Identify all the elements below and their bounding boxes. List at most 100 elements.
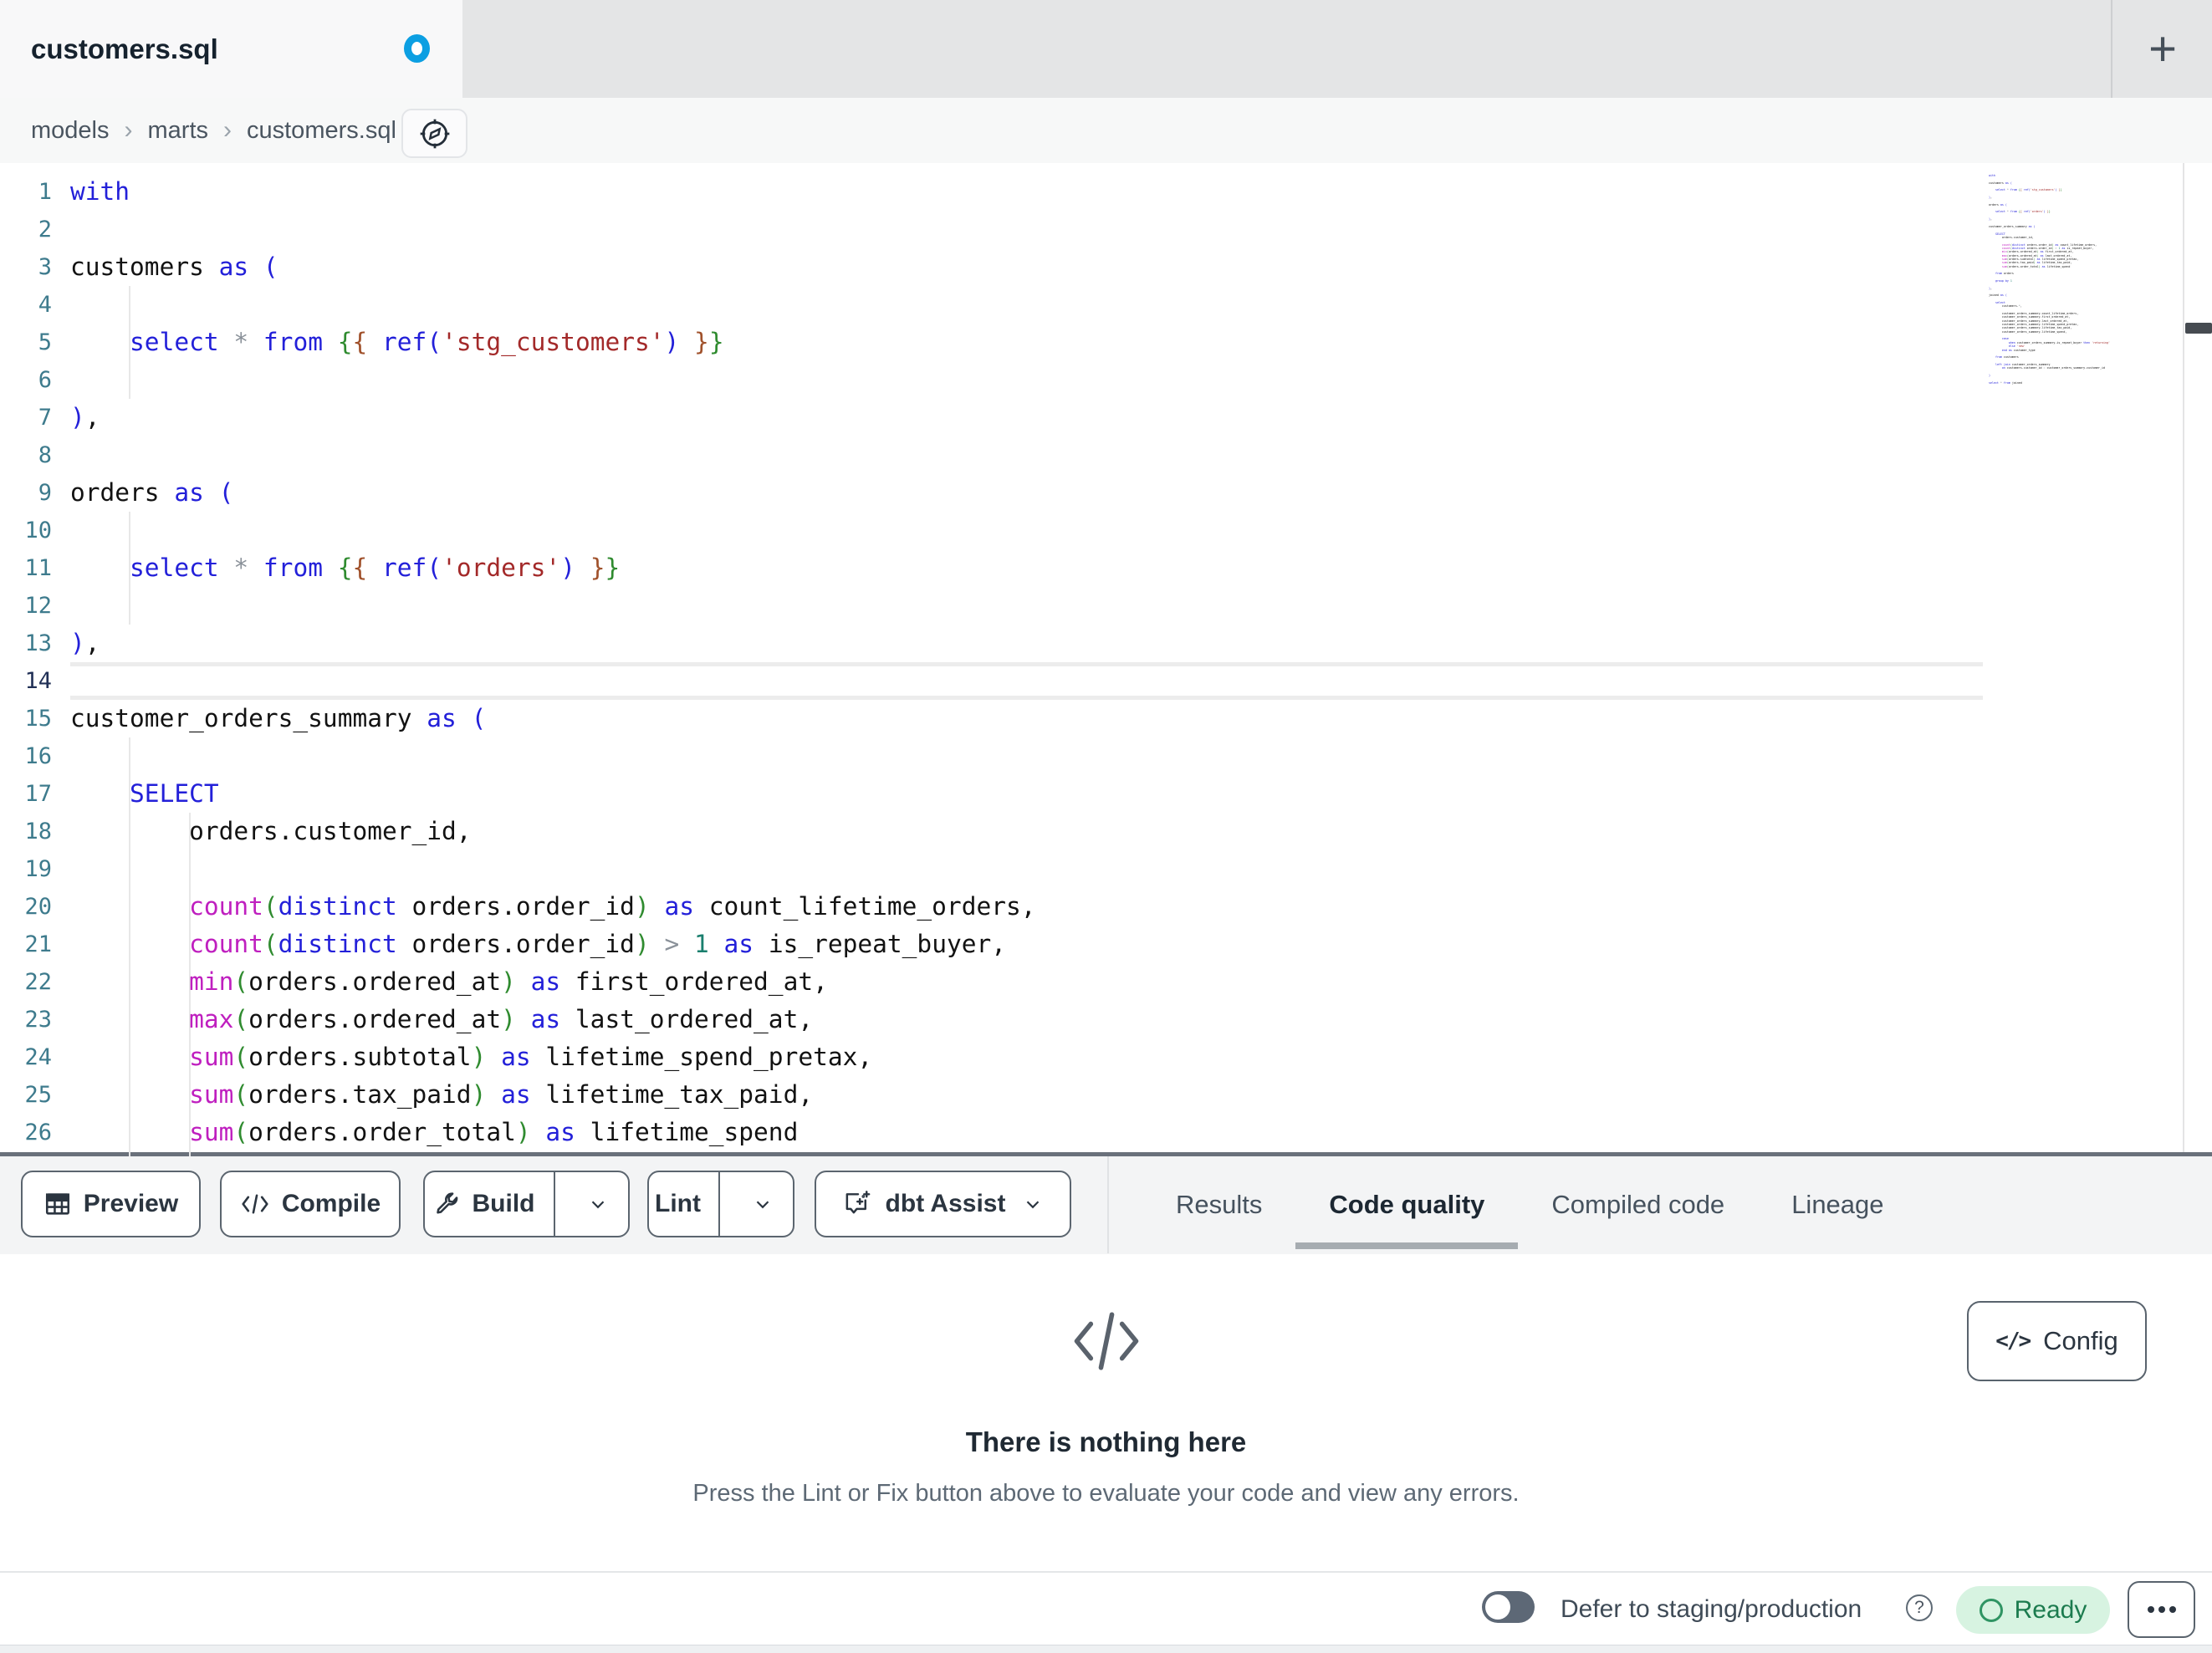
tab-bar: customers.sql +: [0, 0, 2212, 99]
compass-icon: [418, 117, 452, 151]
panel-tabs: Results Code quality Compiled code Lineage: [1109, 1156, 2212, 1253]
scrollbar-handle[interactable]: [2185, 323, 2212, 334]
code-line[interactable]: [70, 436, 1036, 474]
file-tab-customers-sql[interactable]: customers.sql: [0, 0, 462, 98]
lint-dropdown-button[interactable]: [732, 1193, 793, 1215]
more-options-button[interactable]: [2128, 1581, 2195, 1638]
line-number: 8: [38, 442, 52, 468]
code-line[interactable]: min(orders.ordered_at) as first_ordered_…: [70, 963, 1036, 1001]
code-line[interactable]: with: [70, 173, 1036, 211]
line-number: 19: [24, 856, 52, 882]
line-number: 5: [38, 329, 52, 355]
code-lines[interactable]: with customers as ( select * from {{ ref(…: [70, 173, 1036, 1151]
line-number: 16: [24, 743, 52, 769]
code-slash-icon: [0, 1294, 2212, 1388]
build-button-label: Build: [472, 1190, 535, 1217]
chevron-down-icon: [752, 1193, 774, 1215]
status-badge-ready: Ready: [1956, 1586, 2110, 1634]
line-number: 6: [38, 367, 52, 393]
line-number: 24: [24, 1044, 52, 1070]
code-line[interactable]: select * from {{ ref('orders') }}: [70, 549, 1036, 587]
empty-state-title: There is nothing here: [965, 1426, 1247, 1457]
line-number: 11: [24, 555, 52, 581]
assist-chat-sparkle-icon: [842, 1188, 874, 1220]
tabbar-divider: [2111, 0, 2112, 98]
minimap-content: with customers as ( select * from {{ ref(…: [1989, 174, 2110, 385]
line-number: 21: [24, 931, 52, 957]
editor-gutter: 1 2 3 4 5 6 7 8 9 10 11 12 13 14 15 16 17 18 19 20 21 22 23 24 2…: [0, 173, 52, 1151]
code-line[interactable]: count(distinct orders.order_id) as count…: [70, 888, 1035, 926]
tab-compiled-code[interactable]: Compiled code: [1551, 1156, 1724, 1253]
code-line[interactable]: ),: [70, 625, 1036, 662]
lineage-compass-button[interactable]: [401, 109, 467, 158]
config-button-label: Config: [2043, 1326, 2118, 1355]
button-divider: [554, 1172, 555, 1236]
tab-lineage[interactable]: Lineage: [1791, 1156, 1883, 1253]
dot-icon: [2169, 1606, 2176, 1613]
line-number: 10: [24, 518, 52, 543]
file-tab-title: customers.sql: [31, 33, 218, 64]
code-editor[interactable]: 1 2 3 4 5 6 7 8 9 10 11 12 13 14 15 16 17 18 19 20 21 22 23 24 2…: [0, 163, 2212, 1156]
code-line[interactable]: customer_orders_summary as (: [70, 700, 1036, 737]
defer-toggle[interactable]: [1482, 1591, 1535, 1623]
dot-icon: [2158, 1606, 2165, 1613]
code-line[interactable]: ),: [70, 399, 1036, 436]
build-dropdown-button[interactable]: [567, 1193, 628, 1215]
code-line[interactable]: [70, 662, 1036, 700]
code-line[interactable]: sum(orders.subtotal) as lifetime_spend_p…: [70, 1038, 1036, 1076]
dbt-assist-button[interactable]: dbt Assist: [815, 1171, 1071, 1237]
line-number: 18: [24, 819, 52, 844]
editor-minimap[interactable]: with customers as ( select * from {{ ref(…: [1989, 174, 2116, 388]
chevron-right-icon: ›: [124, 116, 133, 144]
code-line[interactable]: max(orders.ordered_at) as last_ordered_a…: [70, 1001, 1036, 1038]
code-line[interactable]: [70, 850, 1036, 888]
unsaved-changes-dot-icon: [404, 34, 430, 63]
editor-right-divider: [2183, 163, 2184, 1156]
dbt-ide-window: customers.sql + models › marts › custome…: [0, 0, 2212, 1653]
code-line[interactable]: customers as (: [70, 248, 1036, 286]
line-number: 3: [38, 254, 52, 280]
tab-results[interactable]: Results: [1176, 1156, 1262, 1253]
chevron-down-icon: [1022, 1193, 1044, 1215]
new-tab-button[interactable]: +: [2131, 0, 2194, 98]
compile-button[interactable]: Compile: [220, 1171, 401, 1237]
code-line[interactable]: count(distinct orders.order_id) > 1 as i…: [70, 926, 1036, 963]
code-line[interactable]: [70, 587, 1036, 625]
defer-label: Defer to staging/production: [1561, 1595, 1862, 1623]
preview-button[interactable]: Preview: [21, 1171, 201, 1237]
preview-button-label: Preview: [83, 1190, 179, 1217]
code-line[interactable]: orders as (: [70, 474, 1036, 512]
line-number: 20: [24, 894, 52, 920]
code-line[interactable]: sum(orders.tax_paid) as lifetime_tax_pai…: [70, 1076, 1036, 1114]
lint-button-group: Lint: [647, 1171, 794, 1237]
tab-code-quality[interactable]: Code quality: [1295, 1156, 1519, 1253]
code-line[interactable]: [70, 737, 1036, 775]
line-number: 2: [38, 217, 52, 242]
code-line[interactable]: select * from {{ ref('stg_customers') }}: [70, 324, 1036, 361]
code-line[interactable]: orders.customer_id,: [70, 813, 1036, 850]
help-icon[interactable]: ?: [1906, 1594, 1933, 1621]
line-number: 25: [24, 1082, 52, 1108]
line-number: 4: [38, 292, 52, 318]
code-line[interactable]: [70, 211, 1036, 248]
code-line[interactable]: SELECT: [70, 775, 1036, 813]
config-button[interactable]: </> Config: [1967, 1301, 2147, 1381]
line-number: 26: [24, 1120, 52, 1145]
code-line[interactable]: [70, 512, 1036, 549]
lint-button[interactable]: Lint: [649, 1190, 707, 1218]
line-number: 23: [24, 1007, 52, 1033]
breadcrumb-marts[interactable]: marts: [148, 117, 209, 145]
breadcrumb-models[interactable]: models: [31, 117, 110, 145]
dot-icon: [2147, 1606, 2154, 1613]
code-line[interactable]: [70, 361, 1036, 399]
breadcrumb-row: models › marts › customers.sql: [0, 98, 2212, 257]
toggle-knob: [1485, 1594, 1510, 1620]
build-button[interactable]: Build: [425, 1190, 542, 1218]
table-grid-icon: [43, 1190, 72, 1218]
line-number: 17: [24, 781, 52, 807]
compile-button-label: Compile: [281, 1190, 381, 1217]
lint-button-label: Lint: [655, 1190, 701, 1217]
code-line[interactable]: [70, 286, 1036, 324]
code-line[interactable]: sum(orders.order_total) as lifetime_spen…: [70, 1114, 1036, 1151]
breadcrumb-file: customers.sql: [247, 116, 396, 144]
